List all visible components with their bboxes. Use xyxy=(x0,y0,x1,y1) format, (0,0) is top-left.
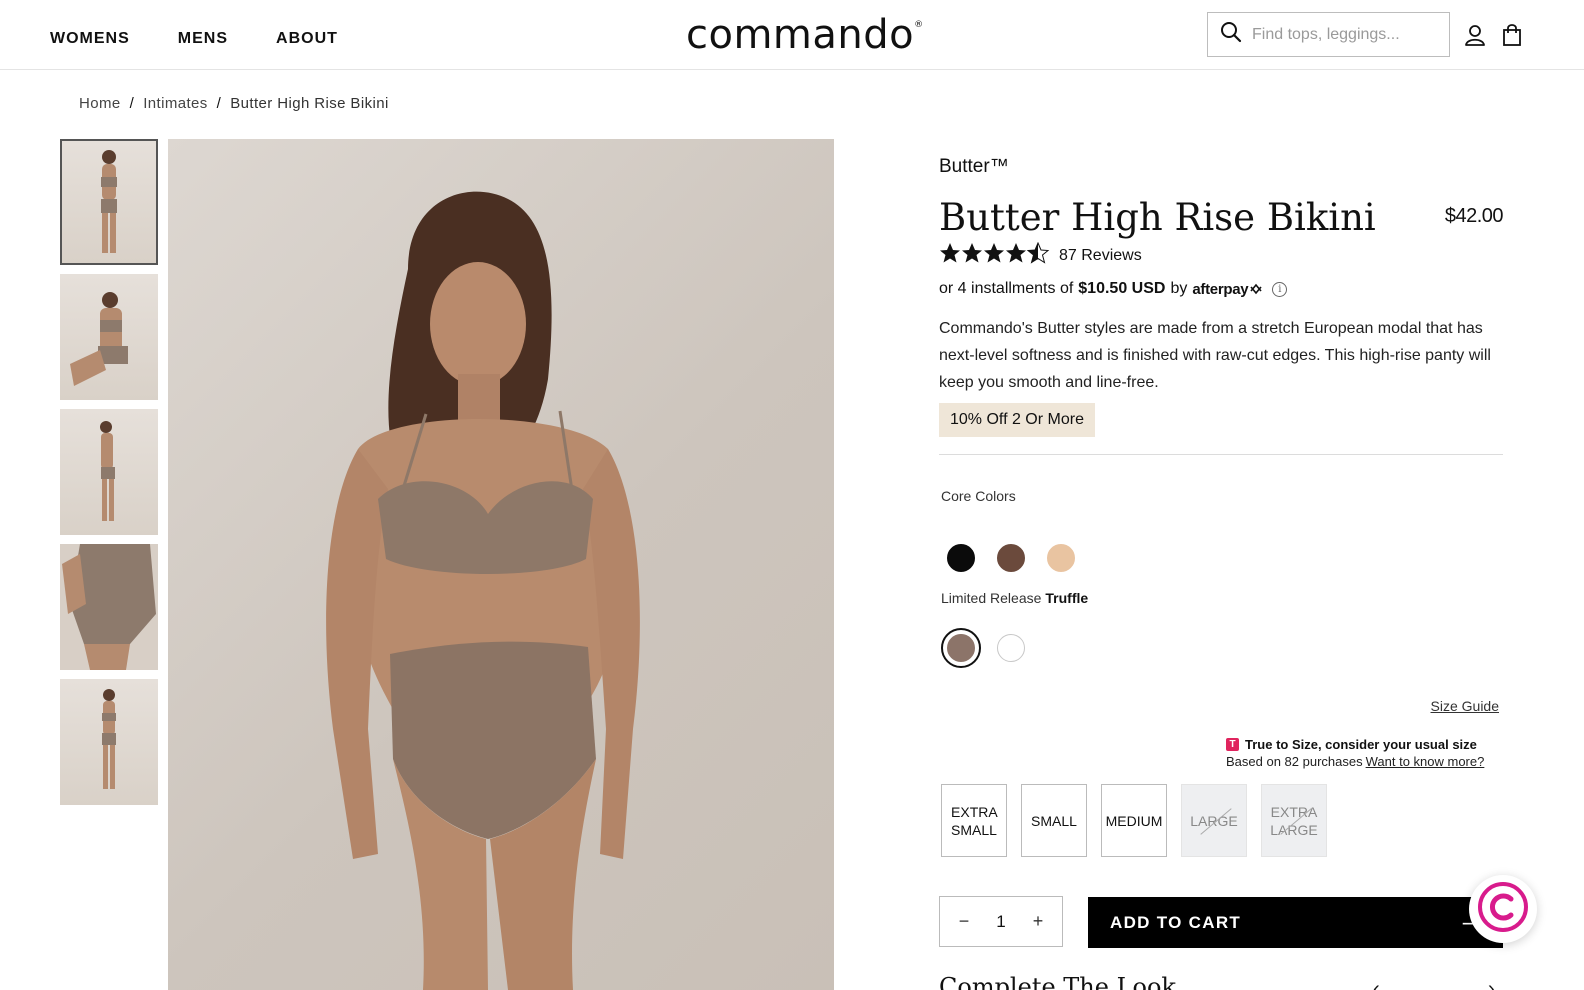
swatch-beige[interactable] xyxy=(1047,544,1075,572)
product-title: Butter High Rise Bikini xyxy=(939,196,1376,239)
swatch-truffle[interactable] xyxy=(941,628,981,668)
product-main-image[interactable] xyxy=(168,139,834,990)
rating-stars xyxy=(939,241,1051,270)
product-price: $42.00 xyxy=(1444,205,1504,227)
thumbnail-5[interactable] xyxy=(60,679,158,805)
chat-button[interactable] xyxy=(1469,875,1537,943)
fit-basis: Based on 82 purchases xyxy=(1226,754,1363,769)
core-colors-label: Core Colors xyxy=(941,488,1016,504)
product-rating[interactable]: 87 Reviews xyxy=(939,241,1142,270)
size-small[interactable]: SMALL xyxy=(1021,784,1087,857)
quantity-decrease-button[interactable]: − xyxy=(954,911,974,932)
breadcrumb-current: Butter High Rise Bikini xyxy=(230,95,389,112)
main-nav: WOMENS MENS ABOUT xyxy=(50,30,386,48)
breadcrumb-separator: / xyxy=(216,95,222,112)
fit-more-link[interactable]: Want to know more? xyxy=(1366,754,1485,769)
breadcrumb-intimates[interactable]: Intimates xyxy=(143,95,207,112)
nav-womens[interactable]: WOMENS xyxy=(50,30,130,48)
breadcrumb-home[interactable]: Home xyxy=(79,95,121,112)
size-guide-link[interactable]: Size Guide xyxy=(1431,698,1499,714)
search-icon[interactable] xyxy=(1220,21,1242,48)
site-header: WOMENS MENS ABOUT commando® xyxy=(0,0,1584,70)
swatch-black[interactable] xyxy=(947,544,975,572)
limited-color-swatches xyxy=(941,628,1025,668)
carousel-next-button[interactable]: › xyxy=(1488,978,1495,990)
info-icon[interactable]: i xyxy=(1272,281,1288,297)
size-medium[interactable]: MEDIUM xyxy=(1101,784,1167,857)
fit-advice: T True to Size, consider your usual size… xyxy=(1226,737,1484,769)
afterpay-by: by xyxy=(1170,280,1188,297)
logo-text: commando xyxy=(686,12,915,58)
complete-look-heading: Complete The Look xyxy=(939,973,1176,990)
breadcrumb-separator: / xyxy=(129,95,135,112)
limited-release-text: Limited Release xyxy=(941,590,1042,606)
afterpay-brand: afterpay xyxy=(1192,280,1249,298)
product-description: Commando's Butter styles are made from a… xyxy=(939,320,1491,391)
carousel-prev-button[interactable]: ‹ xyxy=(1373,978,1380,990)
quantity-stepper: − 1 + xyxy=(939,896,1063,947)
thumbnail-4[interactable] xyxy=(60,544,158,670)
thumbnail-list xyxy=(60,139,158,814)
afterpay-amount: $10.50 USD xyxy=(1078,280,1166,297)
afterpay-message: or 4 installments of $10.50 USD by after… xyxy=(939,280,1288,298)
registered-mark: ® xyxy=(914,20,924,30)
swatch-white[interactable] xyxy=(997,634,1025,662)
site-logo[interactable]: commando® xyxy=(686,12,924,58)
product-brand: Butter™ xyxy=(939,156,1009,177)
add-to-cart-label: ADD TO CART xyxy=(1110,912,1242,932)
afterpay-prefix: or 4 installments of xyxy=(939,280,1074,297)
fit-title: True to Size, consider your usual size xyxy=(1245,737,1477,752)
add-to-cart-button[interactable]: ADD TO CART — xyxy=(1088,897,1503,948)
promo-badge: 10% Off 2 Or More xyxy=(939,403,1095,437)
nav-about[interactable]: ABOUT xyxy=(276,30,338,48)
limited-release-label: Limited Release Truffle xyxy=(941,590,1088,606)
swatch-cocoa[interactable] xyxy=(997,544,1025,572)
quantity-increase-button[interactable]: + xyxy=(1028,911,1048,932)
thumbnail-1[interactable] xyxy=(60,139,158,265)
nav-mens[interactable]: MENS xyxy=(178,30,228,48)
fit-badge-icon: T xyxy=(1226,738,1239,751)
search-input[interactable] xyxy=(1252,25,1442,44)
size-extra-large: EXTRA LARGE xyxy=(1261,784,1327,857)
breadcrumb: Home / Intimates / Butter High Rise Biki… xyxy=(79,95,389,112)
size-extra-small[interactable]: EXTRA SMALL xyxy=(941,784,1007,857)
divider xyxy=(939,454,1503,455)
thumbnail-3[interactable] xyxy=(60,409,158,535)
core-color-swatches xyxy=(947,544,1075,572)
reviews-link[interactable]: 87 Reviews xyxy=(1059,247,1142,265)
size-options: EXTRA SMALL SMALL MEDIUM LARGE EXTRA LAR… xyxy=(941,784,1327,857)
size-large: LARGE xyxy=(1181,784,1247,857)
quantity-value[interactable]: 1 xyxy=(996,912,1005,932)
afterpay-logo: afterpay xyxy=(1192,281,1263,298)
selected-color-name: Truffle xyxy=(1045,590,1089,606)
thumbnail-2[interactable] xyxy=(60,274,158,400)
afterpay-arrows-icon xyxy=(1250,283,1262,294)
cart-icon[interactable] xyxy=(1499,22,1525,48)
search-box[interactable] xyxy=(1207,12,1450,57)
chat-logo-icon xyxy=(1476,880,1530,939)
account-icon[interactable] xyxy=(1462,22,1488,48)
